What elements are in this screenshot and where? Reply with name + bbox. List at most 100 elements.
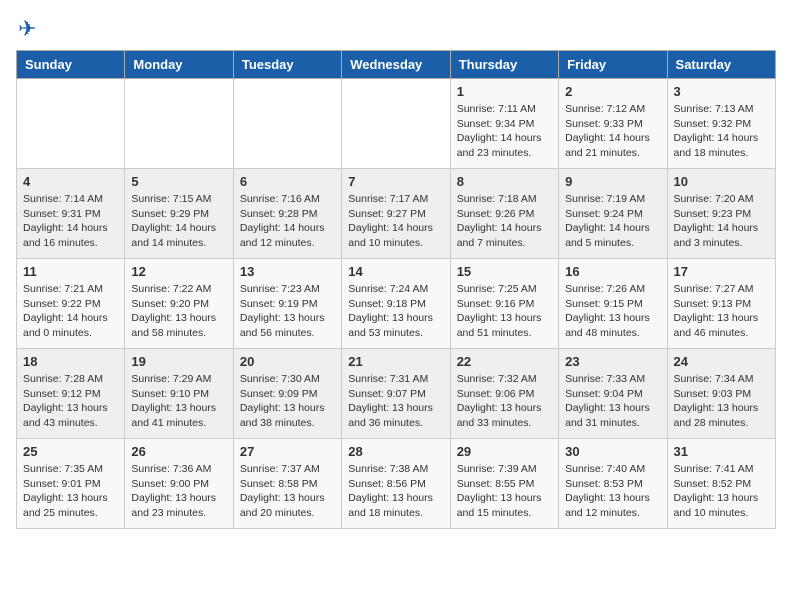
day-number: 26 <box>131 444 226 459</box>
day-number: 11 <box>23 264 118 279</box>
calendar-header-wednesday: Wednesday <box>342 51 450 79</box>
calendar-week-row: 4 Sunrise: 7:14 AM Sunset: 9:31 PM Daylig… <box>17 169 776 259</box>
day-info: Sunrise: 7:27 AM Sunset: 9:13 PM Dayligh… <box>674 282 769 341</box>
day-info: Sunrise: 7:38 AM Sunset: 8:56 PM Dayligh… <box>348 462 443 521</box>
calendar-cell: 18 Sunrise: 7:28 AM Sunset: 9:12 PM Dayli… <box>17 349 125 439</box>
calendar-cell: 12 Sunrise: 7:22 AM Sunset: 9:20 PM Dayli… <box>125 259 233 349</box>
calendar-cell: 9 Sunrise: 7:19 AM Sunset: 9:24 PM Daylig… <box>559 169 667 259</box>
calendar-header-thursday: Thursday <box>450 51 558 79</box>
calendar-cell: 11Sunrise: 7:21 AM Sunset: 9:22 PM Dayli… <box>17 259 125 349</box>
calendar-cell: 7 Sunrise: 7:17 AM Sunset: 9:27 PM Daylig… <box>342 169 450 259</box>
calendar-week-row: 18 Sunrise: 7:28 AM Sunset: 9:12 PM Dayli… <box>17 349 776 439</box>
day-info: Sunrise: 7:30 AM Sunset: 9:09 PM Dayligh… <box>240 372 335 431</box>
day-number: 13 <box>240 264 335 279</box>
day-number: 31 <box>674 444 769 459</box>
day-info: Sunrise: 7:26 AM Sunset: 9:15 PM Dayligh… <box>565 282 660 341</box>
day-number: 4 <box>23 174 118 189</box>
calendar-cell <box>233 79 341 169</box>
day-info: Sunrise: 7:25 AM Sunset: 9:16 PM Dayligh… <box>457 282 552 341</box>
day-info: Sunrise: 7:41 AM Sunset: 8:52 PM Dayligh… <box>674 462 769 521</box>
day-number: 24 <box>674 354 769 369</box>
day-number: 9 <box>565 174 660 189</box>
day-info: Sunrise: 7:39 AM Sunset: 8:55 PM Dayligh… <box>457 462 552 521</box>
calendar-table: SundayMondayTuesdayWednesdayThursdayFrid… <box>16 50 776 529</box>
day-info: Sunrise: 7:22 AM Sunset: 9:20 PM Dayligh… <box>131 282 226 341</box>
day-info: Sunrise: 7:18 AM Sunset: 9:26 PM Dayligh… <box>457 192 552 251</box>
day-info: Sunrise: 7:15 AM Sunset: 9:29 PM Dayligh… <box>131 192 226 251</box>
logo-bird-icon: ✈ <box>18 16 36 42</box>
calendar-cell <box>125 79 233 169</box>
day-number: 14 <box>348 264 443 279</box>
calendar-cell: 21 Sunrise: 7:31 AM Sunset: 9:07 PM Dayli… <box>342 349 450 439</box>
calendar-cell: 15Sunrise: 7:25 AM Sunset: 9:16 PM Dayli… <box>450 259 558 349</box>
calendar-cell: 30 Sunrise: 7:40 AM Sunset: 8:53 PM Dayli… <box>559 439 667 529</box>
day-number: 30 <box>565 444 660 459</box>
day-number: 3 <box>674 84 769 99</box>
calendar-header-tuesday: Tuesday <box>233 51 341 79</box>
calendar-header-saturday: Saturday <box>667 51 775 79</box>
day-info: Sunrise: 7:33 AM Sunset: 9:04 PM Dayligh… <box>565 372 660 431</box>
calendar-cell: 5 Sunrise: 7:15 AM Sunset: 9:29 PM Daylig… <box>125 169 233 259</box>
day-number: 19 <box>131 354 226 369</box>
calendar-cell: 8 Sunrise: 7:18 AM Sunset: 9:26 PM Daylig… <box>450 169 558 259</box>
calendar-cell: 19 Sunrise: 7:29 AM Sunset: 9:10 PM Dayli… <box>125 349 233 439</box>
calendar-cell: 29 Sunrise: 7:39 AM Sunset: 8:55 PM Dayli… <box>450 439 558 529</box>
day-number: 20 <box>240 354 335 369</box>
calendar-cell: 31 Sunrise: 7:41 AM Sunset: 8:52 PM Dayli… <box>667 439 775 529</box>
day-info: Sunrise: 7:13 AM Sunset: 9:32 PM Dayligh… <box>674 102 769 161</box>
day-number: 5 <box>131 174 226 189</box>
calendar-cell: 28 Sunrise: 7:38 AM Sunset: 8:56 PM Dayli… <box>342 439 450 529</box>
day-number: 10 <box>674 174 769 189</box>
calendar-cell <box>17 79 125 169</box>
calendar-cell: 16 Sunrise: 7:26 AM Sunset: 9:15 PM Dayli… <box>559 259 667 349</box>
day-info: Sunrise: 7:35 AM Sunset: 9:01 PM Dayligh… <box>23 462 118 521</box>
day-number: 28 <box>348 444 443 459</box>
day-number: 18 <box>23 354 118 369</box>
day-info: Sunrise: 7:19 AM Sunset: 9:24 PM Dayligh… <box>565 192 660 251</box>
day-info: Sunrise: 7:23 AM Sunset: 9:19 PM Dayligh… <box>240 282 335 341</box>
day-number: 8 <box>457 174 552 189</box>
calendar-week-row: 1Sunrise: 7:11 AM Sunset: 9:34 PM Daylig… <box>17 79 776 169</box>
day-info: Sunrise: 7:17 AM Sunset: 9:27 PM Dayligh… <box>348 192 443 251</box>
day-number: 22 <box>457 354 552 369</box>
calendar-cell: 13 Sunrise: 7:23 AM Sunset: 9:19 PM Dayli… <box>233 259 341 349</box>
day-info: Sunrise: 7:36 AM Sunset: 9:00 PM Dayligh… <box>131 462 226 521</box>
day-number: 16 <box>565 264 660 279</box>
calendar-cell: 4 Sunrise: 7:14 AM Sunset: 9:31 PM Daylig… <box>17 169 125 259</box>
day-number: 21 <box>348 354 443 369</box>
day-number: 23 <box>565 354 660 369</box>
calendar-week-row: 11Sunrise: 7:21 AM Sunset: 9:22 PM Dayli… <box>17 259 776 349</box>
calendar-cell: 10 Sunrise: 7:20 AM Sunset: 9:23 PM Dayli… <box>667 169 775 259</box>
day-info: Sunrise: 7:24 AM Sunset: 9:18 PM Dayligh… <box>348 282 443 341</box>
day-info: Sunrise: 7:29 AM Sunset: 9:10 PM Dayligh… <box>131 372 226 431</box>
day-info: Sunrise: 7:20 AM Sunset: 9:23 PM Dayligh… <box>674 192 769 251</box>
day-number: 17 <box>674 264 769 279</box>
day-info: Sunrise: 7:28 AM Sunset: 9:12 PM Dayligh… <box>23 372 118 431</box>
calendar-cell: 27Sunrise: 7:37 AM Sunset: 8:58 PM Dayli… <box>233 439 341 529</box>
day-info: Sunrise: 7:34 AM Sunset: 9:03 PM Dayligh… <box>674 372 769 431</box>
calendar-header-friday: Friday <box>559 51 667 79</box>
calendar-week-row: 25 Sunrise: 7:35 AM Sunset: 9:01 PM Dayli… <box>17 439 776 529</box>
day-info: Sunrise: 7:14 AM Sunset: 9:31 PM Dayligh… <box>23 192 118 251</box>
day-info: Sunrise: 7:16 AM Sunset: 9:28 PM Dayligh… <box>240 192 335 251</box>
day-number: 12 <box>131 264 226 279</box>
calendar-header-monday: Monday <box>125 51 233 79</box>
day-info: Sunrise: 7:31 AM Sunset: 9:07 PM Dayligh… <box>348 372 443 431</box>
day-number: 1 <box>457 84 552 99</box>
day-number: 29 <box>457 444 552 459</box>
logo: ✈ <box>16 16 36 42</box>
calendar-cell: 20 Sunrise: 7:30 AM Sunset: 9:09 PM Dayli… <box>233 349 341 439</box>
day-info: Sunrise: 7:40 AM Sunset: 8:53 PM Dayligh… <box>565 462 660 521</box>
calendar-cell: 14 Sunrise: 7:24 AM Sunset: 9:18 PM Dayli… <box>342 259 450 349</box>
calendar-header-sunday: Sunday <box>17 51 125 79</box>
calendar-cell: 6Sunrise: 7:16 AM Sunset: 9:28 PM Daylig… <box>233 169 341 259</box>
day-number: 7 <box>348 174 443 189</box>
calendar-cell: 24 Sunrise: 7:34 AM Sunset: 9:03 PM Dayli… <box>667 349 775 439</box>
calendar-cell: 22Sunrise: 7:32 AM Sunset: 9:06 PM Dayli… <box>450 349 558 439</box>
calendar-cell <box>342 79 450 169</box>
page-header: ✈ <box>16 16 776 42</box>
calendar-cell: 3 Sunrise: 7:13 AM Sunset: 9:32 PM Daylig… <box>667 79 775 169</box>
day-number: 25 <box>23 444 118 459</box>
calendar-cell: 23 Sunrise: 7:33 AM Sunset: 9:04 PM Dayli… <box>559 349 667 439</box>
calendar-cell: 17 Sunrise: 7:27 AM Sunset: 9:13 PM Dayli… <box>667 259 775 349</box>
